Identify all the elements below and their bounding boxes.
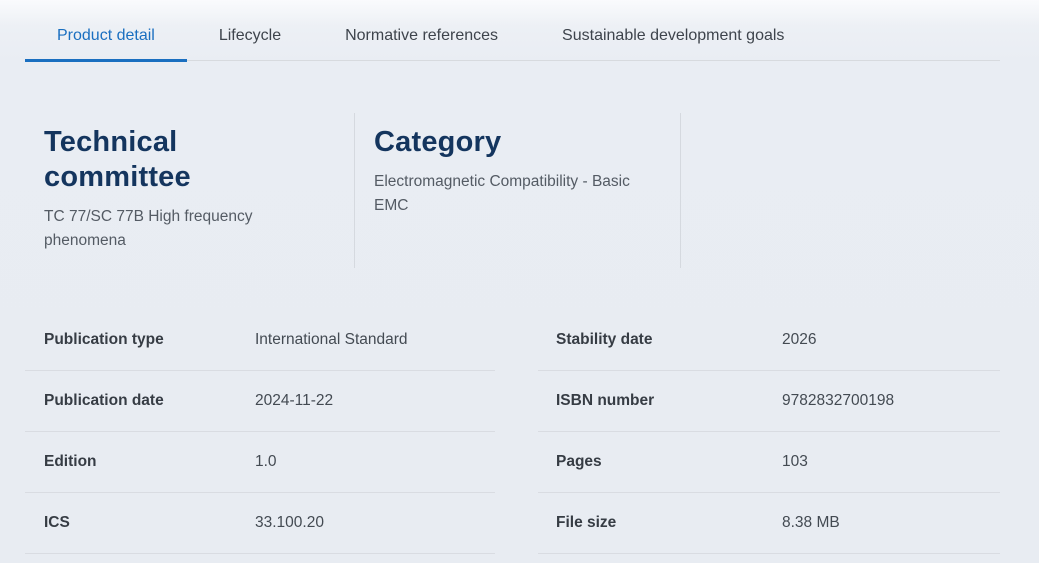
- detail-label: ISBN number: [556, 392, 782, 410]
- detail-row-ics: ICS 33.100.20: [25, 493, 495, 554]
- details-table-left: Publication type International Standard …: [25, 310, 495, 554]
- detail-label: Stability date: [556, 331, 782, 349]
- detail-value: 2026: [782, 331, 1000, 349]
- info-spacer-column: [680, 113, 1000, 268]
- detail-label: Publication type: [44, 331, 255, 349]
- tab-label: Product detail: [57, 27, 155, 45]
- detail-row-file-size: File size 8.38 MB: [538, 493, 1000, 554]
- detail-row-stability-date: Stability date 2026: [538, 310, 1000, 371]
- tab-label: Normative references: [345, 27, 498, 45]
- detail-value: 103: [782, 453, 1000, 471]
- tab-product-detail[interactable]: Product detail: [25, 12, 187, 60]
- detail-value: 9782832700198: [782, 392, 1000, 410]
- tab-label: Lifecycle: [219, 27, 281, 45]
- category-title: Category: [374, 125, 662, 160]
- details-tables: Publication type International Standard …: [25, 310, 1000, 554]
- tab-label: Sustainable development goals: [562, 27, 784, 45]
- detail-row-publication-type: Publication type International Standard: [25, 310, 495, 371]
- detail-row-pages: Pages 103: [538, 432, 1000, 493]
- detail-label: Pages: [556, 453, 782, 471]
- detail-row-publication-date: Publication date 2024-11-22: [25, 371, 495, 432]
- detail-value: 33.100.20: [255, 514, 495, 532]
- detail-value: 2024-11-22: [255, 392, 495, 410]
- category-value: Electromagnetic Compatibility - Basic EM…: [374, 170, 662, 218]
- product-detail-page: Product detail Lifecycle Normative refer…: [0, 0, 1039, 563]
- technical-committee-title: Technical committee: [44, 125, 274, 195]
- category-section: Category Electromagnetic Compatibility -…: [354, 113, 680, 268]
- technical-committee-value: TC 77/SC 77B High frequency phenomena: [44, 205, 282, 253]
- detail-label: Edition: [44, 453, 255, 471]
- info-section-row: Technical committee TC 77/SC 77B High fr…: [25, 113, 1000, 268]
- technical-committee-section: Technical committee TC 77/SC 77B High fr…: [25, 113, 354, 268]
- tab-sustainable-development-goals[interactable]: Sustainable development goals: [530, 12, 816, 60]
- detail-row-isbn-number: ISBN number 9782832700198: [538, 371, 1000, 432]
- tab-normative-references[interactable]: Normative references: [313, 12, 530, 60]
- detail-value: 1.0: [255, 453, 495, 471]
- detail-row-edition: Edition 1.0: [25, 432, 495, 493]
- detail-label: Publication date: [44, 392, 255, 410]
- detail-label: ICS: [44, 514, 255, 532]
- detail-value: 8.38 MB: [782, 514, 1000, 532]
- detail-label: File size: [556, 514, 782, 532]
- detail-value: International Standard: [255, 331, 495, 349]
- tab-lifecycle[interactable]: Lifecycle: [187, 12, 313, 60]
- tab-bar: Product detail Lifecycle Normative refer…: [25, 0, 1000, 61]
- details-table-right: Stability date 2026 ISBN number 97828327…: [538, 310, 1000, 554]
